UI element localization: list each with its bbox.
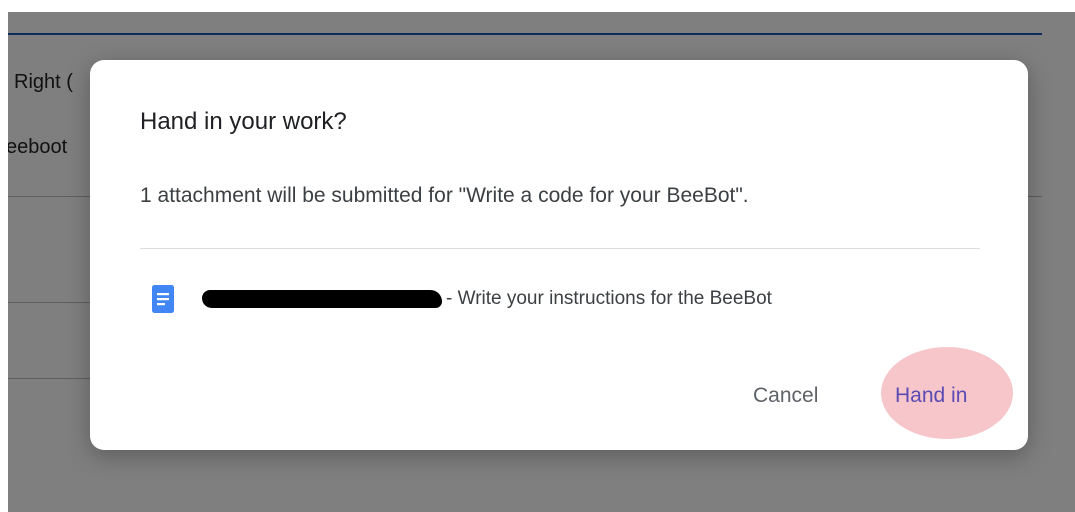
cancel-button[interactable]: Cancel: [753, 384, 818, 408]
hand-in-button[interactable]: Hand in: [895, 384, 967, 408]
left-gutter: [0, 0, 8, 512]
attachment-name: - Write your instructions for the BeeBot: [446, 288, 772, 309]
redacted-filename: [202, 290, 442, 308]
dialog-title: Hand in your work?: [140, 108, 347, 135]
attachment-item[interactable]: - Write your instructions for the BeeBot: [152, 284, 772, 314]
dialog-divider: [140, 248, 980, 249]
top-strip: [8, 0, 1075, 12]
google-docs-icon: [152, 285, 174, 313]
hand-in-dialog: Hand in your work? 1 attachment will be …: [90, 60, 1028, 450]
dialog-message: 1 attachment will be submitted for "Writ…: [140, 184, 749, 207]
